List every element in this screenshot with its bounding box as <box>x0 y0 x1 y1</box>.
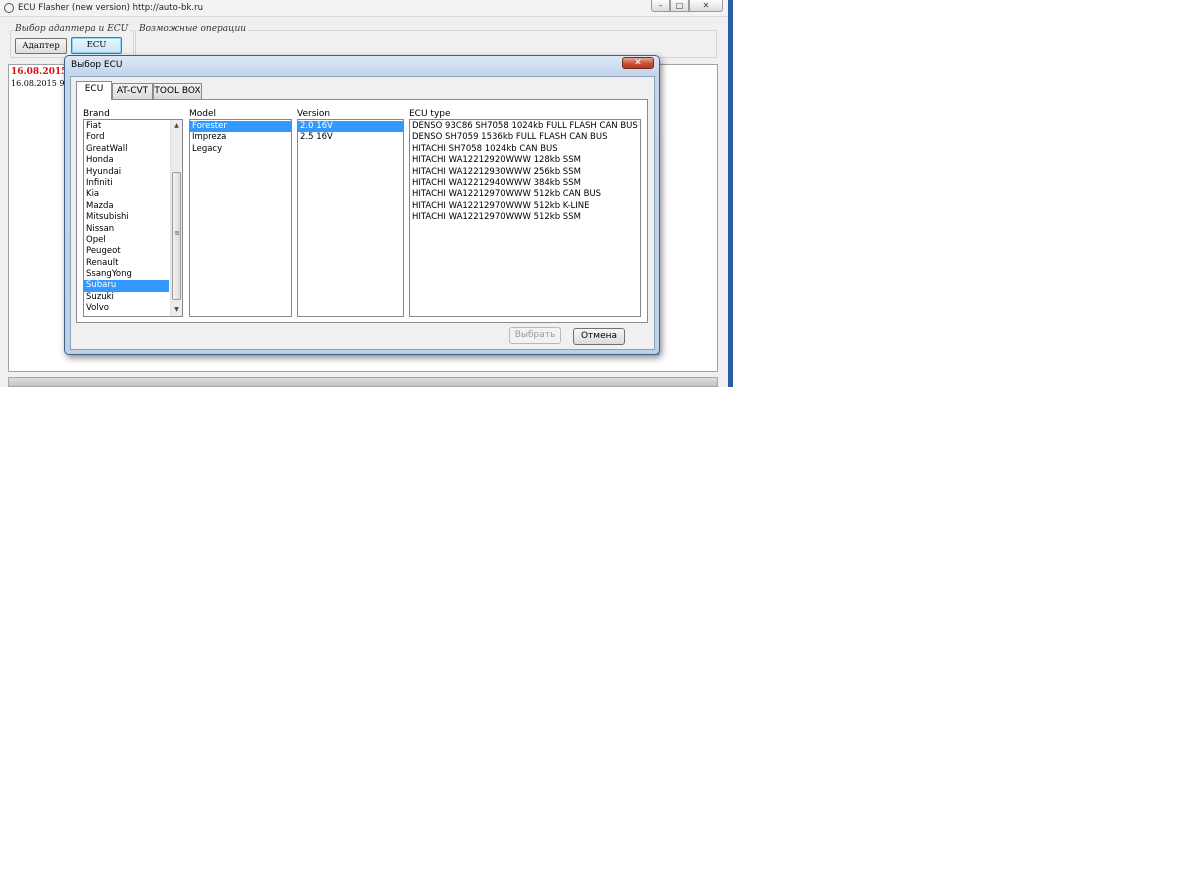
list-item[interactable]: Forester <box>190 121 291 133</box>
cancel-button[interactable]: Отмена <box>573 328 625 345</box>
scroll-up-arrow-icon[interactable]: ▲ <box>171 120 182 131</box>
list-item[interactable]: Honda <box>84 155 169 166</box>
list-item[interactable]: Kia <box>84 189 169 200</box>
list-item[interactable]: Hyundai <box>84 167 169 178</box>
list-item[interactable]: Opel <box>84 235 169 246</box>
model-listbox[interactable]: Forester Impreza Legacy <box>189 119 292 317</box>
list-item[interactable]: HITACHI WA12212920WWW 128kb SSM <box>410 155 640 166</box>
list-item[interactable]: HITACHI WA12212930WWW 256kb SSM <box>410 167 640 178</box>
list-item[interactable]: SsangYong <box>84 269 169 280</box>
tab-tool-box[interactable]: TOOL BOX <box>153 83 202 99</box>
brand-listbox[interactable]: Fiat Ford GreatWall Honda Hyundai Infiniti Kia… <box>83 119 183 317</box>
list-item[interactable]: Infiniti <box>84 178 169 189</box>
model-header: Model <box>189 109 217 119</box>
version-listbox[interactable]: 2.0 16V 2.5 16V <box>297 119 404 317</box>
list-item[interactable]: Ford <box>84 132 169 143</box>
brand-header: Brand <box>83 109 110 119</box>
list-item[interactable]: 2.5 16V <box>298 132 403 143</box>
list-item[interactable]: Volvo <box>84 303 169 314</box>
list-item[interactable]: Subaru <box>84 280 169 292</box>
list-item[interactable]: Impreza <box>190 132 291 143</box>
adapter-group-label: Выбор адаптера и ECU <box>13 24 131 34</box>
app-title: ECU Flasher (new version) http://auto-bk… <box>18 3 203 13</box>
list-item[interactable]: Mazda <box>84 201 169 212</box>
tab-at-cvt[interactable]: AT-CVT <box>112 83 153 99</box>
list-item[interactable]: DENSO 93C86 SH7058 1024kb FULL FLASH CAN… <box>410 121 640 132</box>
maximize-button[interactable]: □ <box>670 0 689 12</box>
list-item[interactable]: HITACHI WA12212940WWW 384kb SSM <box>410 178 640 189</box>
dialog-title: Выбор ECU <box>71 60 123 70</box>
list-item[interactable]: Peugeot <box>84 246 169 257</box>
ecu-button[interactable]: ECU <box>71 37 122 54</box>
list-item[interactable]: Fiat <box>84 121 169 132</box>
app-gear-icon[interactable] <box>4 3 14 13</box>
close-window-button[interactable]: ✕ <box>689 0 723 12</box>
operations-group-label: Возможные операции <box>137 24 249 34</box>
scroll-thumb[interactable]: ≡ <box>172 172 181 300</box>
select-button[interactable]: Выбрать <box>509 327 561 344</box>
list-item[interactable]: DENSO SH7059 1536kb FULL FLASH CAN BUS <box>410 132 640 143</box>
list-item[interactable]: HITACHI WA12212970WWW 512kb SSM <box>410 212 640 223</box>
list-item[interactable]: Legacy <box>190 144 291 155</box>
list-item[interactable]: HITACHI WA12212970WWW 512kb K-LINE <box>410 201 640 212</box>
window-edge <box>728 0 733 387</box>
ecu-type-header: ECU type <box>409 109 451 119</box>
operations-group <box>135 30 717 58</box>
list-item[interactable]: Suzuki <box>84 292 169 303</box>
dialog-close-button[interactable]: ✕ <box>622 57 654 69</box>
minimize-button[interactable]: – <box>651 0 670 12</box>
bottom-progress-bar <box>8 377 718 387</box>
list-item[interactable]: 2.0 16V <box>298 121 403 133</box>
list-item[interactable]: Renault <box>84 258 169 269</box>
grip-icon: ≡ <box>174 229 180 237</box>
scroll-down-arrow-icon[interactable]: ▼ <box>171 304 182 315</box>
list-item[interactable]: HITACHI SH7058 1024kb CAN BUS <box>410 144 640 155</box>
tab-ecu[interactable]: ECU <box>76 81 112 100</box>
list-item[interactable]: GreatWall <box>84 144 169 155</box>
adapter-button[interactable]: Адаптер <box>15 38 67 54</box>
version-header: Version <box>297 109 331 119</box>
brand-scrollbar[interactable]: ▲ ≡ ▼ <box>170 120 182 316</box>
list-item[interactable]: HITACHI WA12212970WWW 512kb CAN BUS <box>410 189 640 200</box>
list-item[interactable]: Mitsubishi <box>84 212 169 223</box>
list-item[interactable]: Nissan <box>84 224 169 235</box>
ecu-type-listbox[interactable]: DENSO 93C86 SH7058 1024kb FULL FLASH CAN… <box>409 119 641 317</box>
